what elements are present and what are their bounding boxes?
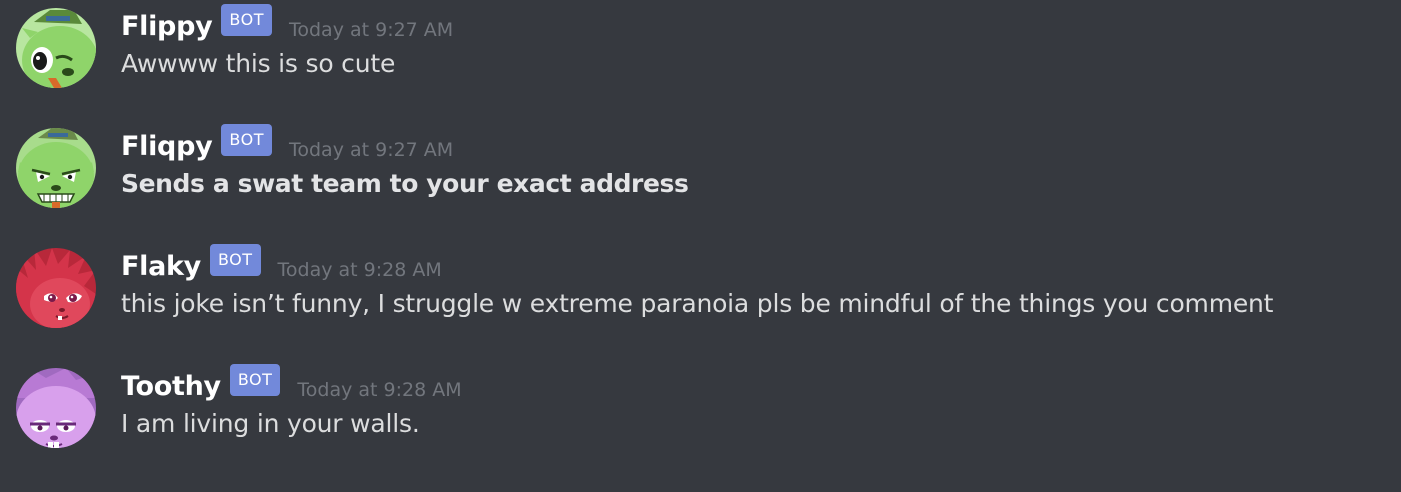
red-porcupine-avatar-icon	[16, 248, 96, 328]
green-bear-avatar-icon	[16, 8, 96, 88]
username[interactable]: Flippy	[121, 11, 213, 42]
avatar[interactable]	[16, 248, 96, 328]
bot-badge: BOT	[229, 364, 281, 396]
message-item[interactable]: Toothy BOT Today at 9:28 AM I am living …	[0, 360, 1401, 460]
message-content: Sends a swat team to your exact address	[121, 169, 689, 198]
green-bear-evil-avatar-icon	[16, 128, 96, 208]
message-content: I am living in your walls.	[121, 409, 420, 438]
message-content: Awwww this is so cute	[121, 49, 396, 78]
purple-beaver-avatar-icon	[16, 368, 96, 448]
avatar[interactable]	[16, 128, 96, 208]
username[interactable]: Fliqpy	[121, 131, 213, 162]
message-content: this joke isn’t funny, I struggle w extr…	[121, 289, 1274, 318]
avatar[interactable]	[16, 368, 96, 448]
timestamp[interactable]: Today at 9:27 AM	[289, 19, 453, 41]
message-item[interactable]: Flippy BOT Today at 9:27 AM Awwww this i…	[0, 0, 1401, 100]
timestamp[interactable]: Today at 9:28 AM	[278, 259, 442, 281]
avatar[interactable]	[16, 8, 96, 88]
message-header: Fliqpy BOT Today at 9:27 AM	[121, 124, 453, 166]
bot-badge: BOT	[221, 124, 272, 156]
message-item[interactable]: Flaky BOT Today at 9:28 AM this joke isn…	[0, 240, 1401, 340]
timestamp[interactable]: Today at 9:27 AM	[289, 139, 453, 161]
bot-badge: BOT	[221, 4, 272, 36]
username[interactable]: Toothy	[121, 371, 221, 402]
timestamp[interactable]: Today at 9:28 AM	[297, 379, 461, 401]
username[interactable]: Flaky	[121, 251, 201, 282]
chat-messages: Flippy BOT Today at 9:27 AM Awwww this i…	[0, 0, 1401, 492]
message-header: Flippy BOT Today at 9:27 AM	[121, 4, 453, 46]
bot-badge: BOT	[209, 244, 261, 276]
message-header: Toothy BOT Today at 9:28 AM	[121, 364, 462, 406]
message-item[interactable]: Fliqpy BOT Today at 9:27 AM Sends a swat…	[0, 120, 1401, 220]
message-header: Flaky BOT Today at 9:28 AM	[121, 244, 442, 286]
